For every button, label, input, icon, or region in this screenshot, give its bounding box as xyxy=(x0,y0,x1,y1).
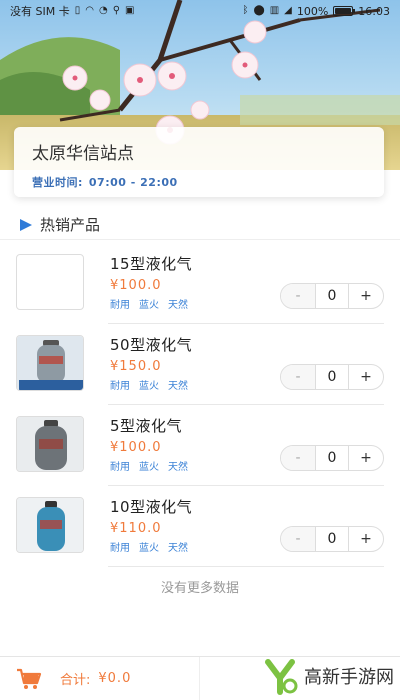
increase-button[interactable]: + xyxy=(349,284,383,308)
total-label: 合计: xyxy=(60,673,91,688)
product-tag: 天然 xyxy=(168,300,188,311)
product-tag: 耐用 xyxy=(110,543,130,554)
product-price: ¥150.0 xyxy=(110,359,162,374)
product-name: 15型液化气 xyxy=(110,255,193,273)
signal-icon: ◢ xyxy=(284,5,292,16)
watermark-text: 高新手游网 xyxy=(304,667,394,688)
product-item[interactable]: 50型液化气 ¥150.0 耐用 蓝火 天然 - 0 + xyxy=(0,324,400,405)
product-name: 5型液化气 xyxy=(110,417,183,435)
status-bar: 没有 SIM 卡 ▯ ◠ ◔ ⚲ ▣ ᛒ ⬤ ▥ ◢ 100% 16:03 xyxy=(0,0,400,22)
hours-value: 07:00 - 22:00 xyxy=(88,176,178,189)
sim-status-text: 没有 SIM 卡 xyxy=(10,5,70,18)
quantity-value[interactable]: 0 xyxy=(315,284,349,308)
wifi-icon: ◠ xyxy=(85,5,94,16)
clock-time: 16:03 xyxy=(358,4,390,18)
product-tag: 耐用 xyxy=(110,462,130,473)
store-name: 太原华信站点 xyxy=(32,144,134,164)
cart-icon[interactable] xyxy=(16,668,42,690)
decrease-button[interactable]: - xyxy=(281,284,315,308)
product-tag: 天然 xyxy=(168,381,188,392)
quantity-stepper: - 0 + xyxy=(280,283,384,309)
play-triangle-icon xyxy=(20,218,32,231)
quantity-stepper: - 0 + xyxy=(280,526,384,552)
decrease-button[interactable]: - xyxy=(281,527,315,551)
store-info-card: 太原华信站点 营业时间: 07:00 - 22:00 xyxy=(14,127,384,197)
quantity-stepper: - 0 + xyxy=(280,445,384,471)
product-tag: 耐用 xyxy=(110,381,130,392)
cart-summary[interactable]: 合计: ¥0.0 xyxy=(0,657,200,700)
product-tag: 天然 xyxy=(168,543,188,554)
increase-button[interactable]: + xyxy=(349,527,383,551)
product-tag: 耐用 xyxy=(110,300,130,311)
usb-icon: ⚲ xyxy=(112,5,121,16)
sim-icon: ▯ xyxy=(74,5,81,16)
battery-percent: 100% xyxy=(296,4,329,18)
store-hours: 营业时间: 07:00 - 22:00 xyxy=(32,174,366,190)
product-item[interactable]: 10型液化气 ¥110.0 耐用 蓝火 天然 - 0 + xyxy=(0,486,400,567)
product-image-placeholder xyxy=(16,254,84,310)
hot-products-header: 热销产品 xyxy=(0,210,400,240)
product-item[interactable]: 15型液化气 ¥100.0 耐用 蓝火 天然 - 0 + xyxy=(0,243,400,324)
decrease-button[interactable]: - xyxy=(281,446,315,470)
product-tag: 天然 xyxy=(168,462,188,473)
battery-icon xyxy=(333,6,356,16)
gas-cylinder-image xyxy=(16,335,84,391)
app-notification-icon: ▣ xyxy=(125,5,135,16)
product-list: 15型液化气 ¥100.0 耐用 蓝火 天然 - 0 + 50型液化气 ¥150… xyxy=(0,243,400,567)
product-tag: 蓝火 xyxy=(139,300,159,311)
watermark-logo-icon xyxy=(262,658,298,695)
product-price: ¥100.0 xyxy=(110,440,162,455)
product-tag: 蓝火 xyxy=(139,462,159,473)
decrease-button[interactable]: - xyxy=(281,365,315,389)
product-price: ¥110.0 xyxy=(110,521,162,536)
notification-icon: ◔ xyxy=(98,5,108,16)
vibrate-icon: ▥ xyxy=(269,5,280,16)
hours-label: 营业时间: xyxy=(32,176,83,189)
list-end-text: 没有更多数据 xyxy=(160,581,239,596)
product-name: 10型液化气 xyxy=(110,498,193,516)
product-item[interactable]: 5型液化气 ¥100.0 耐用 蓝火 天然 - 0 + xyxy=(0,405,400,486)
increase-button[interactable]: + xyxy=(349,446,383,470)
section-title: 热销产品 xyxy=(40,216,101,234)
product-price: ¥100.0 xyxy=(110,278,162,293)
quantity-value[interactable]: 0 xyxy=(315,365,349,389)
site-watermark: 高新手游网 xyxy=(260,656,394,696)
gas-cylinder-image xyxy=(16,497,84,553)
increase-button[interactable]: + xyxy=(349,365,383,389)
product-tag: 蓝火 xyxy=(139,381,159,392)
product-tag: 蓝火 xyxy=(139,543,159,554)
bluetooth-icon: ᛒ xyxy=(242,5,249,16)
total-value: ¥0.0 xyxy=(98,671,132,686)
quantity-value[interactable]: 0 xyxy=(315,527,349,551)
product-name: 50型液化气 xyxy=(110,336,193,354)
gas-cylinder-image xyxy=(16,416,84,472)
divider xyxy=(108,566,384,567)
location-icon: ⬤ xyxy=(253,5,265,16)
quantity-stepper: - 0 + xyxy=(280,364,384,390)
quantity-value[interactable]: 0 xyxy=(315,446,349,470)
